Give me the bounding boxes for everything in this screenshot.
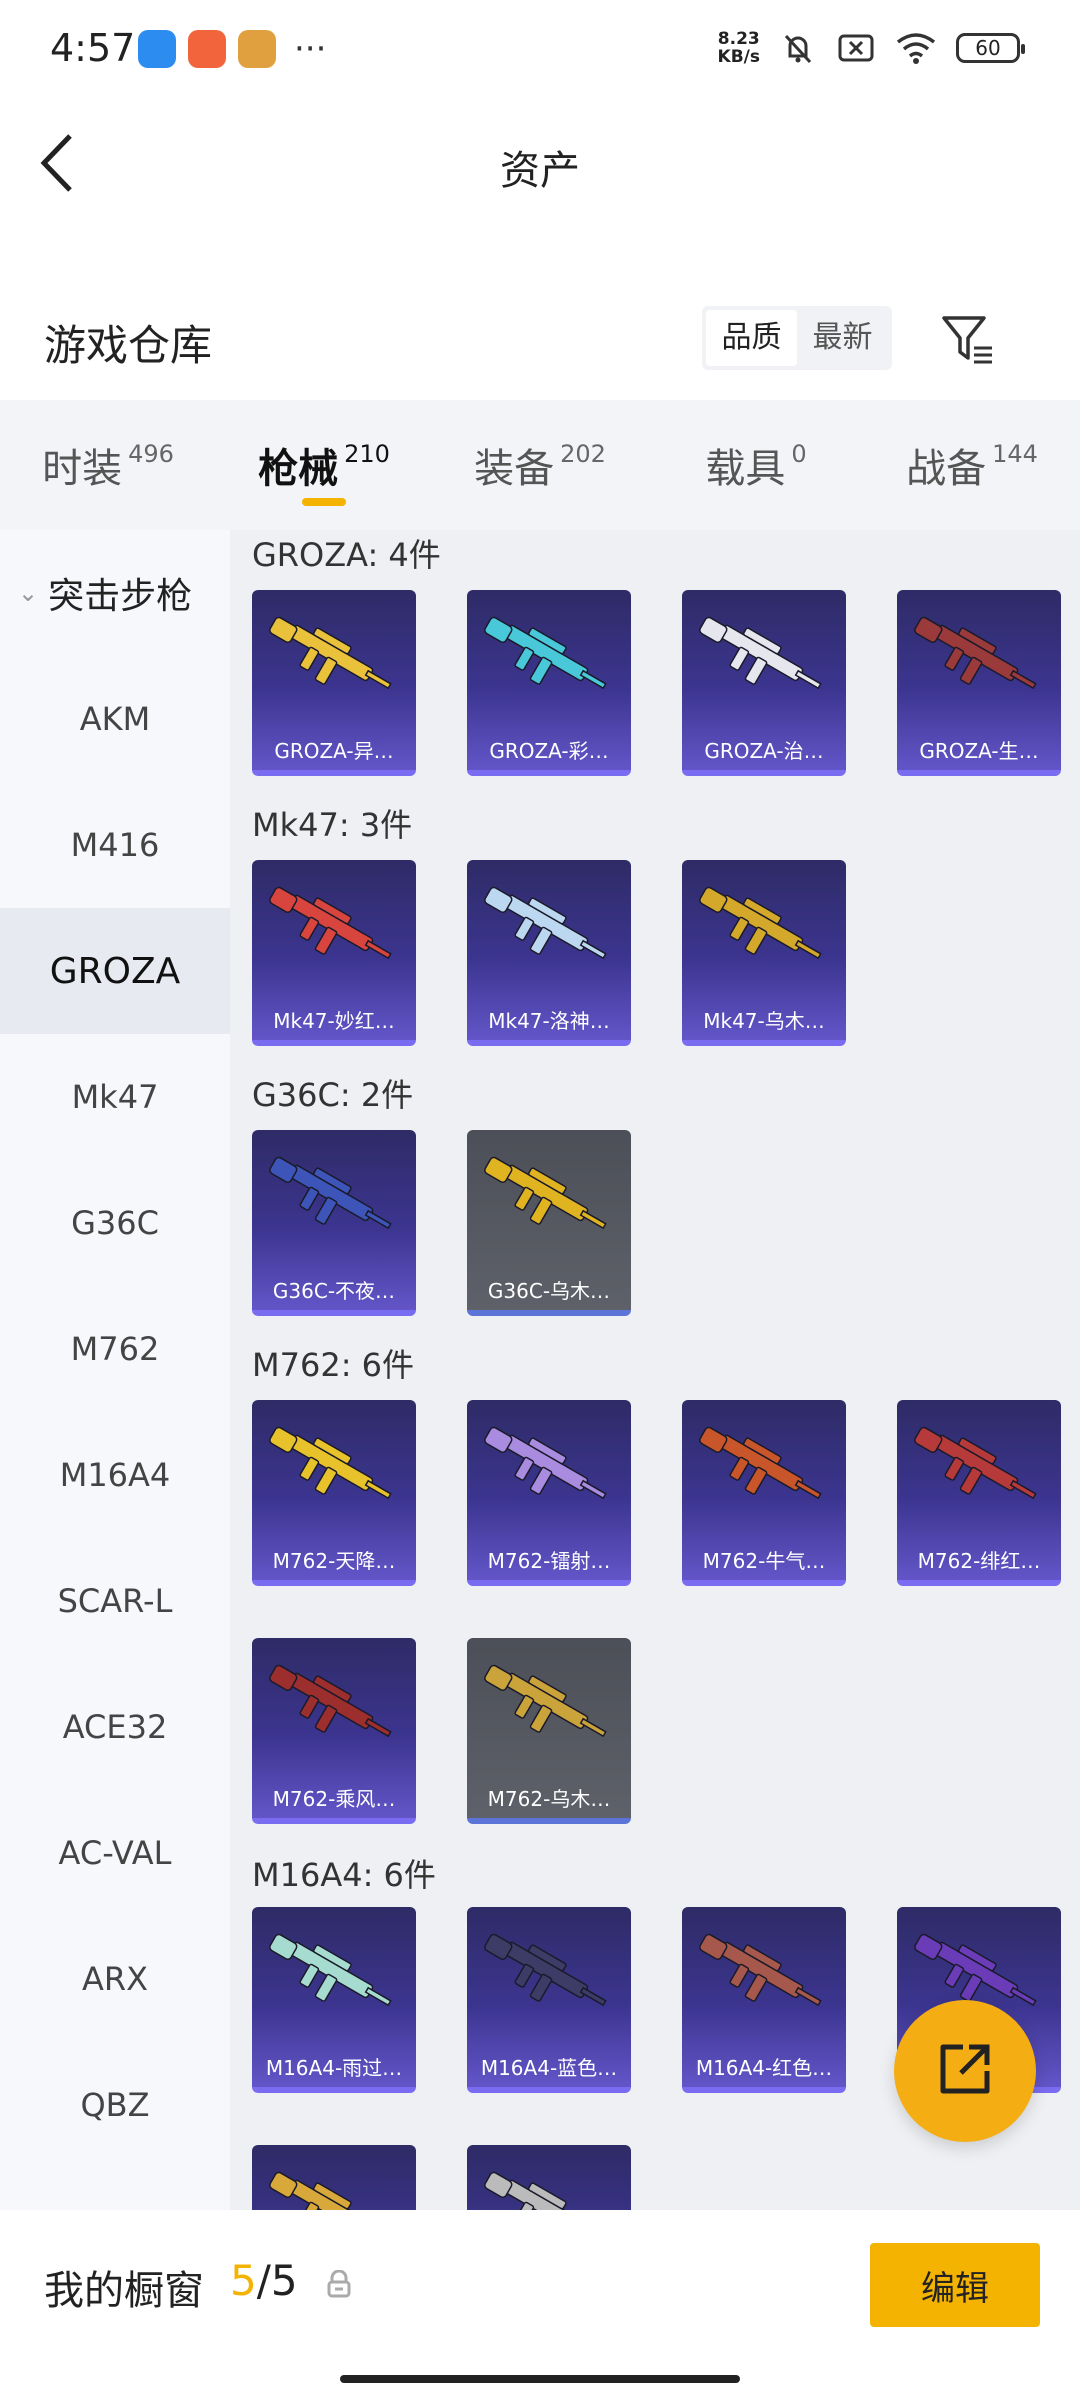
sort-option-quality[interactable]: 品质 xyxy=(706,310,797,366)
weapon-card[interactable]: GROZA-异… xyxy=(252,590,416,776)
weapon-card[interactable]: M762-乘风… xyxy=(252,1638,416,1824)
weapon-skin-image xyxy=(699,886,822,960)
sim-off-icon xyxy=(836,28,876,68)
weapon-card[interactable]: Mk47-乌木… xyxy=(682,860,846,1046)
weapon-skin-image xyxy=(269,886,392,960)
weapon-skin-image xyxy=(484,886,607,960)
group-title-mk47: Mk47: 3件 xyxy=(252,806,413,844)
tab-firearms[interactable]: 枪械 210 xyxy=(216,400,432,530)
group-title-g36c: G36C: 2件 xyxy=(252,1076,414,1114)
weapon-sidenav: ⌄ 突击步枪 AKM M416 GROZA Mk47 G36C M762 M16… xyxy=(0,530,230,2210)
weapon-card[interactable]: Mk47-妙红… xyxy=(252,860,416,1046)
sidenav-item-ace32[interactable]: ACE32 xyxy=(0,1664,230,1790)
mute-icon xyxy=(778,28,818,68)
status-right: 8.23 KB/s 60 xyxy=(717,28,1025,68)
lock-icon xyxy=(326,2269,352,2298)
weapon-skin-image xyxy=(484,1664,607,1738)
weapon-skin-image xyxy=(269,1664,392,1738)
weapon-skin-image xyxy=(914,1426,1037,1500)
sidenav-item-g36c[interactable]: G36C xyxy=(0,1160,230,1286)
sidenav-item-m416[interactable]: M416 xyxy=(0,782,230,908)
sidenav-item-groza[interactable]: GROZA xyxy=(0,908,230,1034)
filter-button[interactable] xyxy=(940,312,996,368)
sidenav-item-akm[interactable]: AKM xyxy=(0,656,230,782)
weapon-skin-image xyxy=(484,1156,607,1230)
weapon-card[interactable]: G36C-不夜… xyxy=(252,1130,416,1316)
group-title-m762: M762: 6件 xyxy=(252,1346,415,1384)
wifi-icon xyxy=(894,28,938,68)
weapon-card[interactable]: GROZA-生… xyxy=(897,590,1061,776)
weapon-card[interactable]: GROZA-治… xyxy=(682,590,846,776)
weapon-card[interactable]: M762-天降… xyxy=(252,1400,416,1586)
weapon-card[interactable]: M762-牛气… xyxy=(682,1400,846,1586)
weapon-skin-image xyxy=(269,616,392,690)
tab-vehicles[interactable]: 载具 0 xyxy=(648,400,864,530)
status-more-dots: ··· xyxy=(294,29,327,69)
weapon-card[interactable]: M762-乌木… xyxy=(467,1638,631,1824)
weapon-card[interactable]: M762-镭射… xyxy=(467,1400,631,1586)
app-icon-red xyxy=(188,30,226,68)
edit-button[interactable]: 编辑 xyxy=(870,2243,1040,2327)
weapon-skin-image xyxy=(269,1933,392,2007)
share-external-icon xyxy=(933,2037,997,2105)
weapon-skin-image xyxy=(699,616,822,690)
weapon-skin-image xyxy=(484,2171,589,2210)
weapon-grid: GROZA: 4件 Mk47: 3件 G36C: 2件 M762: 6件 M16… xyxy=(230,530,1080,2210)
status-time: 4:57 xyxy=(50,26,136,70)
weapon-skin-image xyxy=(484,1426,607,1500)
share-fab-button[interactable] xyxy=(894,2000,1036,2142)
sidenav-item-arx[interactable]: ARX xyxy=(0,1916,230,2042)
sidenav-category-assault-rifle[interactable]: ⌄ 突击步枪 xyxy=(0,530,230,656)
weapon-card[interactable]: M16A4-红色… xyxy=(682,1907,846,2093)
weapon-card[interactable] xyxy=(252,2145,416,2210)
app-icon-game xyxy=(238,30,276,68)
weapon-card[interactable]: M16A4-雨过… xyxy=(252,1907,416,2093)
tab-equipment[interactable]: 装备 202 xyxy=(432,400,648,530)
weapon-card[interactable]: M762-绯红… xyxy=(897,1400,1061,1586)
battery-indicator: 60 xyxy=(956,33,1025,63)
group-title-groza: GROZA: 4件 xyxy=(252,536,441,574)
sidenav-item-m16a4[interactable]: M16A4 xyxy=(0,1412,230,1538)
category-tabs: 时装 496 枪械 210 装备 202 载具 0 战备 144 xyxy=(0,400,1080,530)
showcase-count: 5/5 xyxy=(230,2256,298,2305)
tab-fashion[interactable]: 时装 496 xyxy=(0,400,216,530)
group-title-m16a4: M16A4: 6件 xyxy=(252,1856,436,1894)
weapon-card[interactable]: G36C-乌木… xyxy=(467,1130,631,1316)
app-icon-blue xyxy=(138,30,176,68)
warehouse-header: 游戏仓库 品质 最新 xyxy=(0,290,1080,390)
sidenav-item-m762[interactable]: M762 xyxy=(0,1286,230,1412)
warehouse-title: 游戏仓库 xyxy=(44,321,213,370)
weapon-skin-image xyxy=(699,1933,822,2007)
home-indicator[interactable] xyxy=(340,2375,740,2383)
weapon-skin-image xyxy=(269,2171,374,2210)
weapon-card[interactable]: Mk47-洛神… xyxy=(467,860,631,1046)
page-title: 资产 xyxy=(500,148,580,194)
sidenav-item-mk47[interactable]: Mk47 xyxy=(0,1034,230,1160)
weapon-card[interactable] xyxy=(467,2145,631,2210)
weapon-skin-image xyxy=(269,1156,392,1230)
sort-toggle: 品质 最新 xyxy=(702,306,892,370)
weapon-skin-image xyxy=(914,616,1037,690)
filter-icon xyxy=(940,316,996,372)
weapon-card[interactable]: M16A4-蓝色… xyxy=(467,1907,631,2093)
status-app-icons: ··· xyxy=(138,30,326,68)
sidenav-item-qbz[interactable]: QBZ xyxy=(0,2042,230,2168)
showcase-bar: 我的橱窗 5/5 编辑 xyxy=(0,2210,1080,2400)
tab-combat-gear[interactable]: 战备 144 xyxy=(864,400,1080,530)
weapon-skin-image xyxy=(484,1933,607,2007)
weapon-skin-image xyxy=(699,1426,822,1500)
sidenav-item-scar-l[interactable]: SCAR-L xyxy=(0,1538,230,1664)
showcase-label: 我的橱窗 xyxy=(44,2268,204,2314)
page-header: 资产 xyxy=(0,100,1080,230)
status-bar: 4:57 ··· 8.23 KB/s 60 xyxy=(0,0,1080,100)
net-speed: 8.23 KB/s xyxy=(717,29,760,67)
weapon-skin-image xyxy=(484,616,607,690)
sort-option-newest[interactable]: 最新 xyxy=(797,310,888,366)
weapon-card[interactable]: GROZA-彩… xyxy=(467,590,631,776)
sidenav-item-ac-val[interactable]: AC-VAL xyxy=(0,1790,230,1916)
weapon-skin-image xyxy=(269,1426,392,1500)
chevron-down-icon: ⌄ xyxy=(18,579,39,607)
active-tab-indicator xyxy=(302,498,346,506)
